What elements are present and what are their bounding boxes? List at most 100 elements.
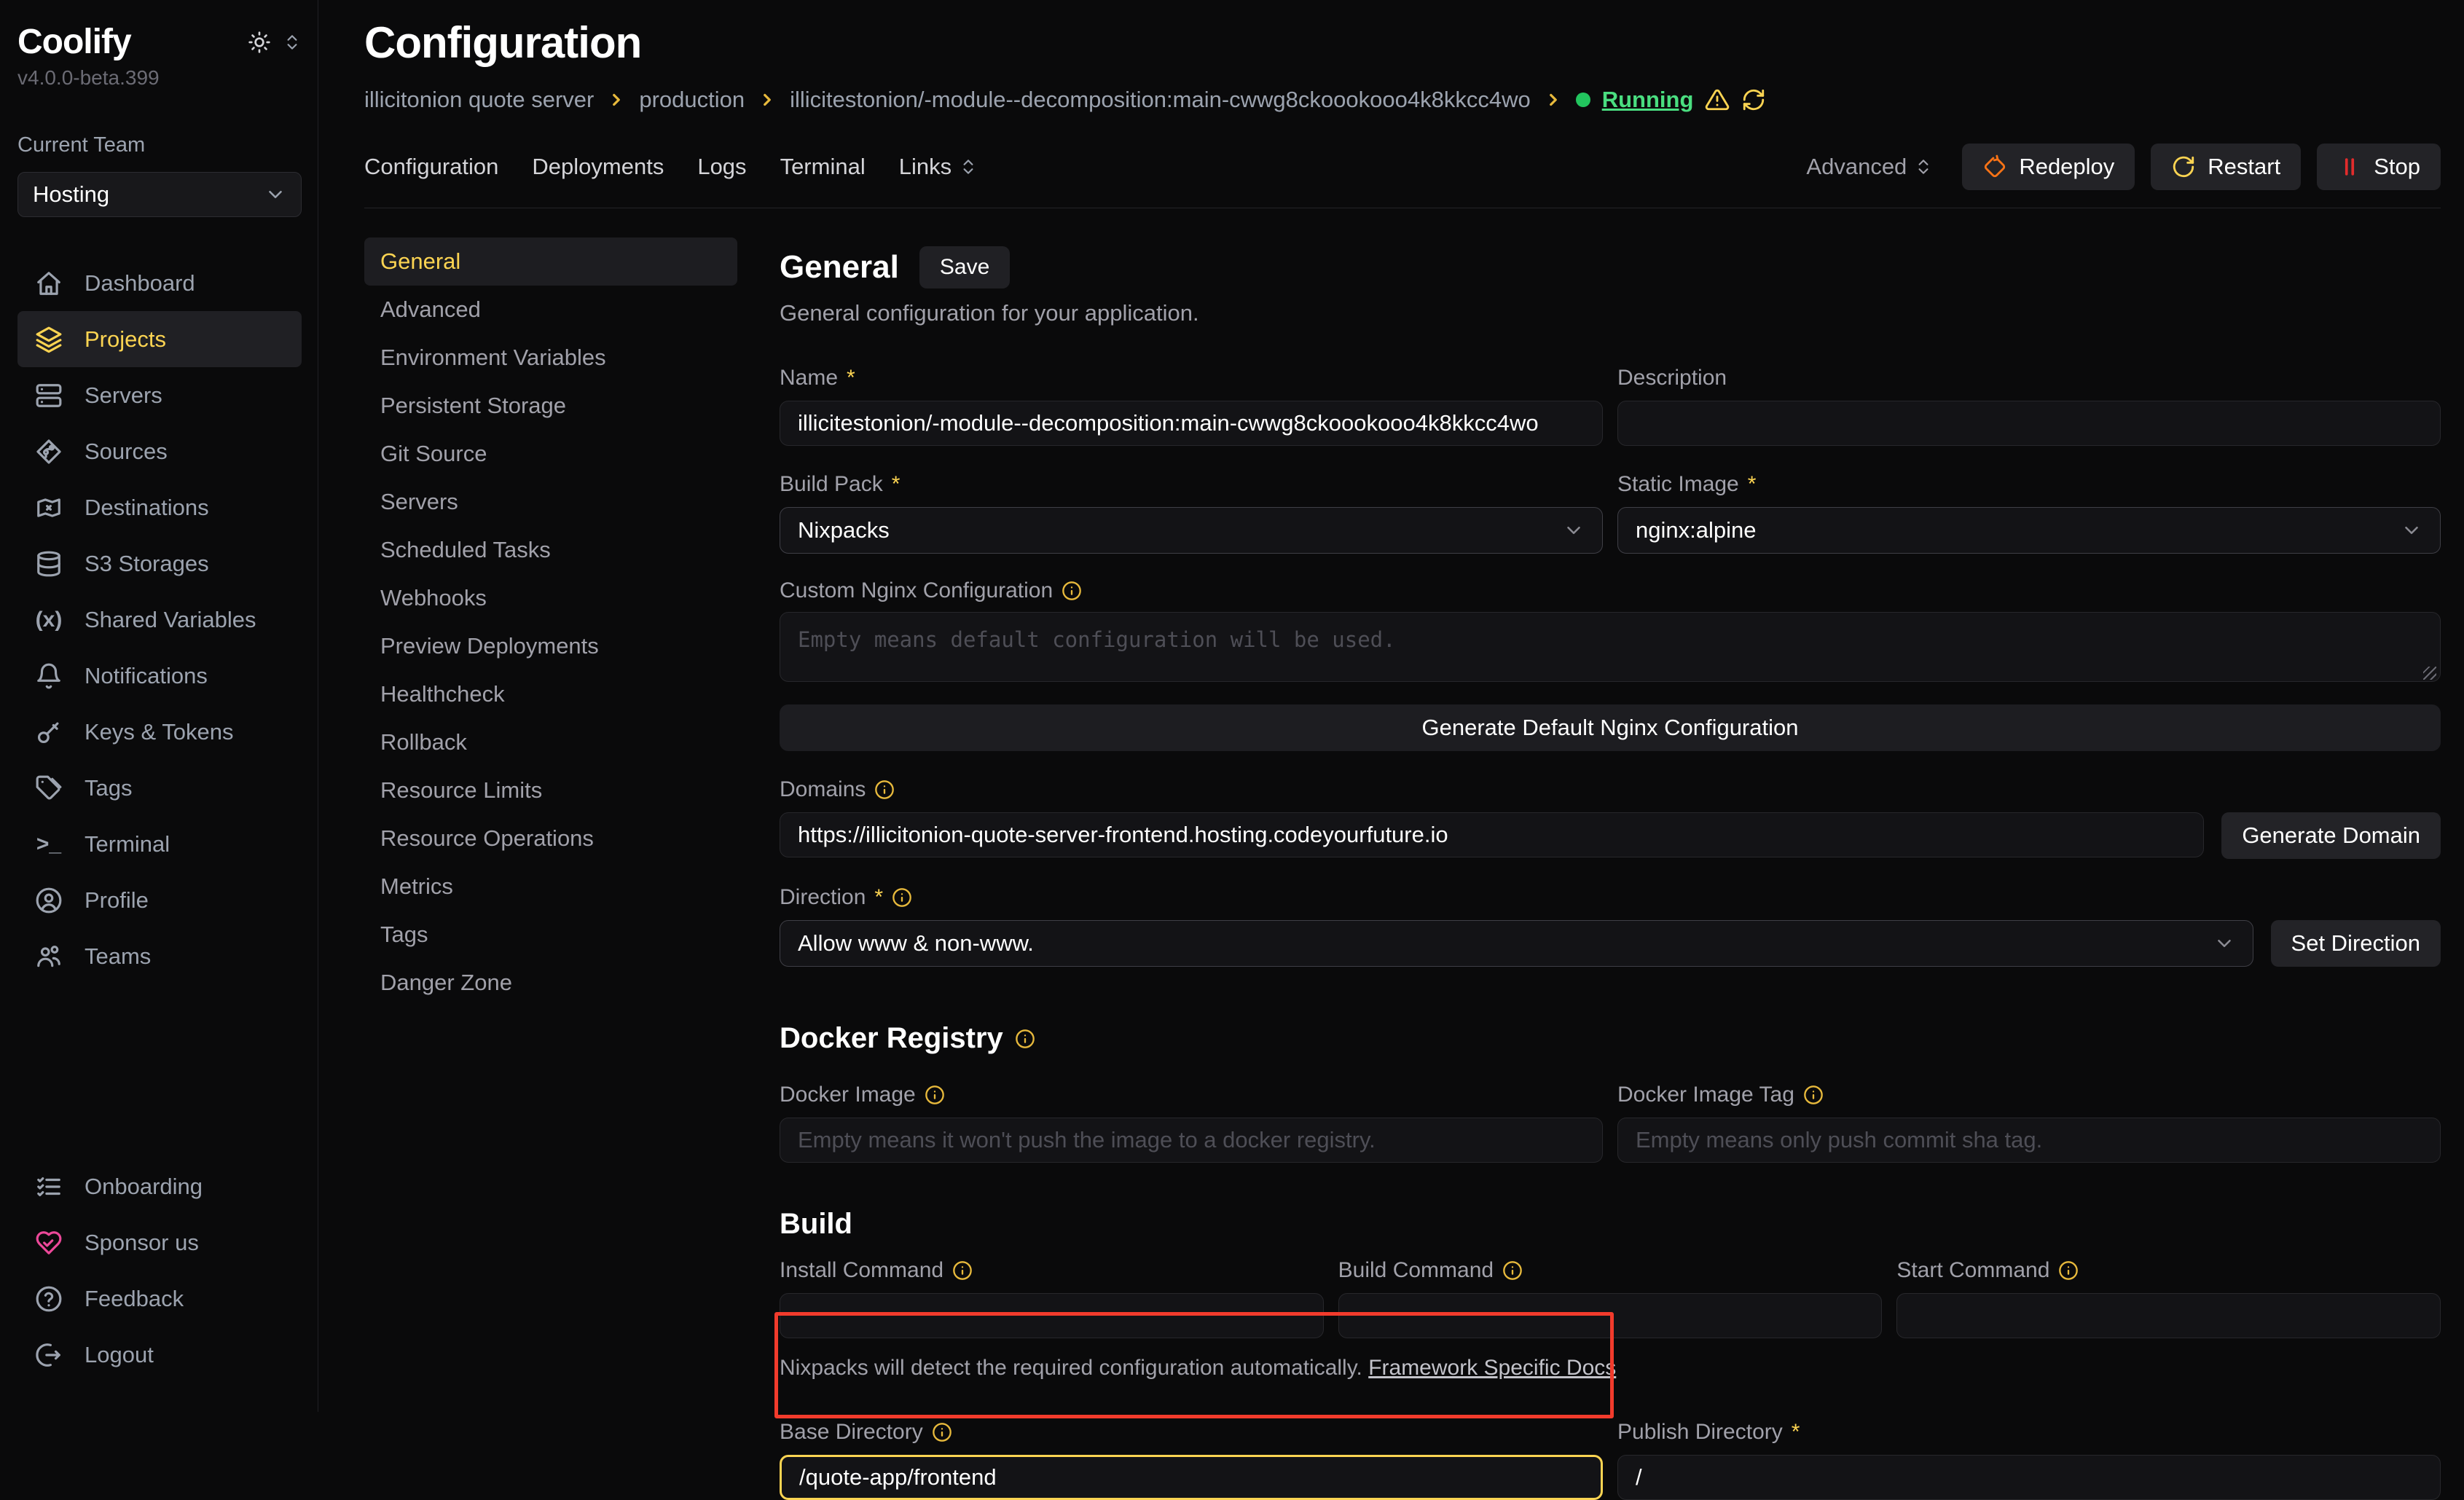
status-running-link[interactable]: Running (1602, 87, 1694, 113)
subnav-metrics[interactable]: Metrics (364, 863, 737, 911)
theme-toggle-sun-icon[interactable] (248, 31, 271, 54)
tab-deployments[interactable]: Deployments (532, 154, 664, 180)
sidebar-item-logout[interactable]: Logout (17, 1327, 302, 1383)
info-icon[interactable] (925, 1085, 945, 1105)
subnav-webhooks[interactable]: Webhooks (364, 574, 737, 622)
docker-image-label: Docker Image (780, 1083, 1603, 1107)
info-icon[interactable] (874, 780, 895, 800)
breadcrumb-environment[interactable]: production (639, 87, 745, 113)
stop-button[interactable]: Stop (2317, 144, 2441, 190)
main-content: Configuration illicitonion quote server … (318, 0, 2464, 1412)
docker-image-input[interactable] (780, 1118, 1603, 1163)
sidebar-item-teams[interactable]: Teams (17, 928, 302, 984)
sidebar-item-shared-variables[interactable]: (x) Shared Variables (17, 592, 302, 648)
info-icon[interactable] (1015, 1029, 1035, 1049)
subnav-scheduled-tasks[interactable]: Scheduled Tasks (364, 526, 737, 574)
build-command-label: Build Command (1338, 1258, 1883, 1283)
breadcrumb: illicitonion quote server production ill… (364, 87, 2441, 113)
info-icon[interactable] (1502, 1260, 1523, 1281)
save-button[interactable]: Save (919, 246, 1010, 288)
breadcrumb-application[interactable]: illicitestonion/-module--decomposition:m… (790, 87, 1531, 113)
framework-docs-link[interactable]: Framework Specific Docs (1368, 1356, 1616, 1380)
chevron-down-icon (2213, 932, 2235, 954)
chevrons-up-down-icon (959, 157, 978, 176)
start-command-input[interactable] (1896, 1293, 2441, 1338)
generate-nginx-button[interactable]: Generate Default Nginx Configuration (780, 704, 2441, 751)
sidebar-item-label: Notifications (85, 663, 208, 689)
restart-button[interactable]: Restart (2151, 144, 2301, 190)
info-icon[interactable] (1803, 1085, 1824, 1105)
subnav-advanced[interactable]: Advanced (364, 286, 737, 334)
info-icon[interactable] (1062, 581, 1082, 601)
sidebar-item-terminal[interactable]: >_ Terminal (17, 816, 302, 872)
subnav-resource-operations[interactable]: Resource Operations (364, 814, 737, 863)
build-pack-select[interactable]: Nixpacks (780, 507, 1603, 554)
subnav-general[interactable]: General (364, 237, 737, 286)
advanced-dropdown[interactable]: Advanced (1806, 154, 1933, 180)
sidebar-item-sponsor[interactable]: Sponsor us (17, 1214, 302, 1271)
tab-logs[interactable]: Logs (697, 154, 746, 180)
base-directory-input[interactable] (780, 1455, 1603, 1500)
sidebar-item-sources[interactable]: Sources (17, 423, 302, 479)
sidebar-item-profile[interactable]: Profile (17, 872, 302, 928)
sidebar-item-dashboard[interactable]: Dashboard (17, 255, 302, 311)
redeploy-button[interactable]: Redeploy (1962, 144, 2135, 190)
subnav-preview-deployments[interactable]: Preview Deployments (364, 622, 737, 670)
install-command-label: Install Command (780, 1258, 1324, 1283)
info-icon[interactable] (2058, 1260, 2079, 1281)
direction-label: Direction* (780, 885, 2441, 910)
chevrons-up-down-icon (1914, 157, 1933, 176)
warning-triangle-icon[interactable] (1705, 87, 1730, 112)
sidebar: Coolify v4.0.0-beta.399 Current Team Hos… (0, 0, 318, 1412)
generate-domain-button[interactable]: Generate Domain (2221, 812, 2441, 859)
theme-mode-chevrons-icon[interactable] (283, 33, 302, 52)
sidebar-item-label: Dashboard (85, 270, 195, 297)
direction-select[interactable]: Allow www & non-www. (780, 920, 2253, 967)
terminal-icon: >_ (35, 832, 63, 857)
publish-directory-input[interactable] (1617, 1455, 2441, 1500)
tab-terminal[interactable]: Terminal (780, 154, 866, 180)
sidebar-item-onboarding[interactable]: Onboarding (17, 1158, 302, 1214)
sidebar-item-keys-tokens[interactable]: Keys & Tokens (17, 704, 302, 760)
sidebar-item-tags[interactable]: Tags (17, 760, 302, 816)
sidebar-item-label: S3 Storages (85, 551, 209, 577)
build-command-input[interactable] (1338, 1293, 1883, 1338)
domains-input[interactable] (780, 812, 2204, 857)
sidebar-item-notifications[interactable]: Notifications (17, 648, 302, 704)
refresh-icon[interactable] (1741, 87, 1766, 112)
sidebar-item-servers[interactable]: Servers (17, 367, 302, 423)
docker-image-tag-input[interactable] (1617, 1118, 2441, 1163)
subnav-danger-zone[interactable]: Danger Zone (364, 959, 737, 1007)
info-icon[interactable] (952, 1260, 973, 1281)
set-direction-button[interactable]: Set Direction (2271, 920, 2441, 967)
subnav-persistent-storage[interactable]: Persistent Storage (364, 382, 737, 430)
subnav-environment-variables[interactable]: Environment Variables (364, 334, 737, 382)
sidebar-item-feedback[interactable]: Feedback (17, 1271, 302, 1327)
install-command-input[interactable] (780, 1293, 1324, 1338)
bell-icon (35, 662, 63, 690)
tab-configuration[interactable]: Configuration (364, 154, 498, 180)
custom-nginx-textarea[interactable] (780, 612, 2441, 682)
current-team-label: Current Team (17, 133, 302, 157)
info-icon[interactable] (932, 1422, 952, 1442)
static-image-select[interactable]: nginx:alpine (1617, 507, 2441, 554)
docker-image-tag-label: Docker Image Tag (1617, 1083, 2441, 1107)
subnav-resource-limits[interactable]: Resource Limits (364, 766, 737, 814)
info-icon[interactable] (892, 887, 912, 908)
description-input[interactable] (1617, 401, 2441, 446)
team-select[interactable]: Hosting (17, 172, 302, 217)
status-indicator: Running (1576, 87, 1767, 113)
database-icon (35, 550, 63, 578)
sidebar-item-s3-storages[interactable]: S3 Storages (17, 535, 302, 592)
sidebar-item-projects[interactable]: Projects (17, 311, 302, 367)
subnav-git-source[interactable]: Git Source (364, 430, 737, 478)
subnav-rollback[interactable]: Rollback (364, 718, 737, 766)
subnav-healthcheck[interactable]: Healthcheck (364, 670, 737, 718)
tab-links[interactable]: Links (899, 154, 978, 180)
sidebar-item-destinations[interactable]: Destinations (17, 479, 302, 535)
subnav-tags[interactable]: Tags (364, 911, 737, 959)
breadcrumb-project[interactable]: illicitonion quote server (364, 87, 594, 113)
name-input[interactable] (780, 401, 1603, 446)
subnav-servers[interactable]: Servers (364, 478, 737, 526)
app-logo: Coolify (17, 22, 160, 62)
